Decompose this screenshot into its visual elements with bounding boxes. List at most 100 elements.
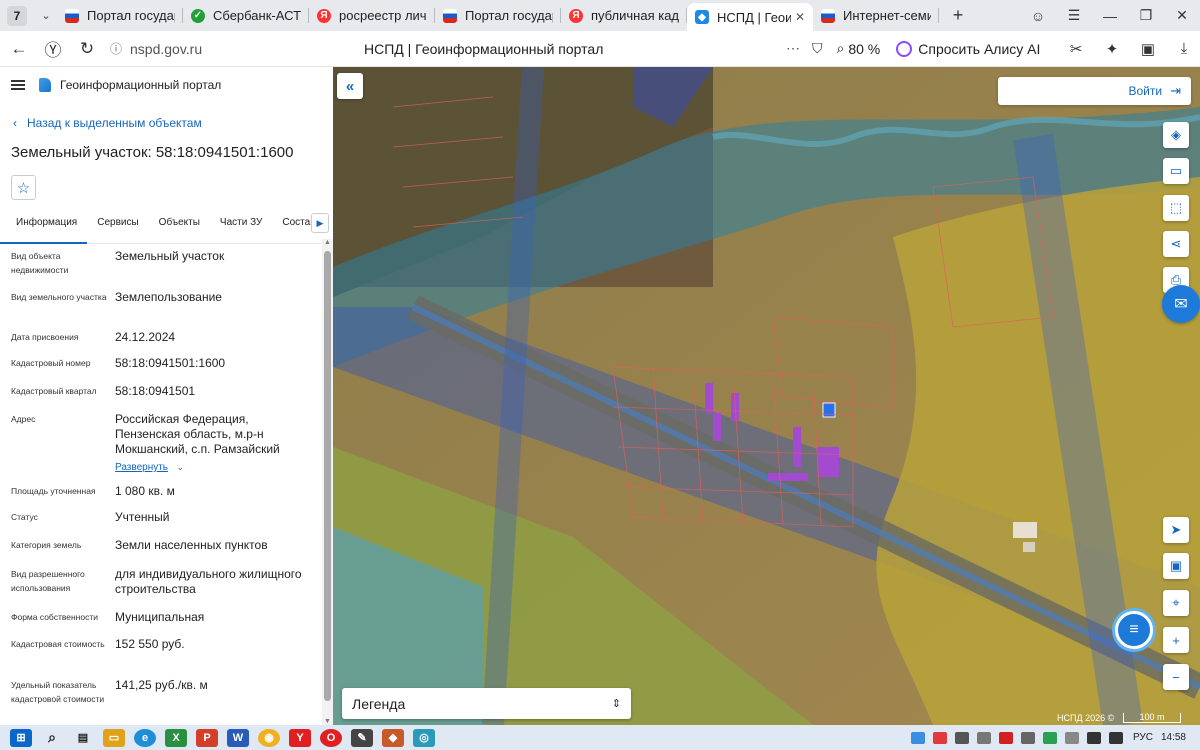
back-arrow-icon[interactable]: ← xyxy=(2,32,36,66)
zoom-level: 80 % xyxy=(848,40,881,57)
favorite-star-button[interactable]: ☆ xyxy=(11,175,36,200)
app-icon[interactable]: ◆ xyxy=(382,728,404,747)
legend-dropdown[interactable]: Легенда ⇕ xyxy=(342,688,631,719)
sort-arrows-icon: ⇕ xyxy=(611,698,621,710)
login-button[interactable]: Войти ⇥ xyxy=(998,77,1191,105)
collapse-panel-button[interactable]: « xyxy=(337,73,363,99)
more-dots-icon[interactable]: ⋯ xyxy=(786,40,800,57)
attribute-label: Дата присвоения xyxy=(11,332,79,342)
yandex-home-icon[interactable]: Ⓨ xyxy=(36,32,70,66)
excel-icon[interactable]: X xyxy=(165,728,187,747)
tray-app-icon[interactable] xyxy=(932,731,947,744)
chat-support-button[interactable]: ≡ xyxy=(1115,611,1153,649)
browser-tab[interactable]: Интернет-семина xyxy=(813,0,939,31)
attribute-value: Российская Федерация, Пензенская область… xyxy=(115,412,280,456)
network-icon[interactable] xyxy=(1086,731,1101,744)
tray-app-icon[interactable] xyxy=(954,731,969,744)
tabs-next-button[interactable]: ▶ xyxy=(311,213,329,233)
browser-menu-icon[interactable]: ☰ xyxy=(1056,7,1092,24)
tab-list-chevron-icon[interactable]: ⌄ xyxy=(35,9,57,22)
ask-alice-button[interactable]: Спросить Алису AI xyxy=(896,40,1040,57)
tab-count-button[interactable]: 7 xyxy=(7,5,27,26)
chrome-icon[interactable]: ◉ xyxy=(258,728,280,747)
ruler-icon[interactable]: ▭ xyxy=(1163,158,1189,184)
chat-icon: ≡ xyxy=(1129,621,1139,638)
app-icon[interactable]: ◎ xyxy=(413,728,435,747)
browser-tab-active[interactable]: ◆ НСПД | Геоинф ✕ xyxy=(687,3,813,31)
site-info-icon[interactable]: ⓘ xyxy=(110,40,122,57)
attribute-value: Земельный участок xyxy=(115,249,225,263)
system-tray: РУС 14:58 xyxy=(907,731,1200,744)
close-tab-icon[interactable]: ✕ xyxy=(791,10,805,24)
attribute-value: Муниципальная xyxy=(115,610,205,624)
location-search-icon[interactable]: ⌖ xyxy=(1163,590,1189,616)
new-tab-button[interactable]: + xyxy=(947,5,969,27)
browser-tab[interactable]: Я росреестр личны xyxy=(309,0,435,31)
yandex-favicon-icon: Я xyxy=(317,8,331,23)
tab-information[interactable]: Информация xyxy=(0,216,88,244)
windows-start-icon[interactable]: ⊞ xyxy=(10,728,32,747)
bookmark-icon[interactable]: ⛉ xyxy=(812,40,823,57)
close-window-icon[interactable]: ✕ xyxy=(1164,7,1200,24)
tab-parcel-parts[interactable]: Части ЗУ xyxy=(210,216,272,244)
geolocation-icon[interactable]: ➤ xyxy=(1163,517,1189,543)
notepad-icon[interactable]: ✎ xyxy=(351,728,373,747)
browser-tab[interactable]: ✓ Сбербанк-АСТ - З xyxy=(183,0,309,31)
url-text: nspd.gov.ru xyxy=(130,40,203,57)
tray-app-icon[interactable] xyxy=(1020,731,1035,744)
input-language[interactable]: РУС xyxy=(1133,732,1153,743)
scroll-up-icon[interactable]: ▲ xyxy=(322,239,333,246)
restore-icon[interactable]: ❐ xyxy=(1128,7,1164,24)
scrollbar-thumb[interactable] xyxy=(324,251,331,701)
profile-icon[interactable]: ☺ xyxy=(1020,8,1056,24)
word-icon[interactable]: W xyxy=(227,728,249,747)
browser-tab[interactable]: Портал государс xyxy=(435,0,561,31)
select-area-icon[interactable]: ⬚ xyxy=(1163,195,1189,221)
url-field[interactable]: ⓘ nspd.gov.ru xyxy=(110,40,340,57)
tray-app-icon[interactable] xyxy=(910,731,925,744)
attribute-value: 24.12.2024 xyxy=(115,330,176,344)
zoom-indicator[interactable]: ⌕ 80 % xyxy=(837,40,881,57)
help-assistant-icon[interactable]: ✉ xyxy=(1162,285,1200,323)
tray-app-icon[interactable] xyxy=(998,731,1013,744)
opera-icon[interactable]: O xyxy=(320,728,342,747)
powerpoint-icon[interactable]: P xyxy=(196,728,218,747)
map-view[interactable]: « Войти ⇥ ◈ ▭ ⬚ ⋖ ⎙ ✉ ➤ ▣ ⌖ + − ≡ Легенд… xyxy=(333,67,1200,725)
tray-app-icon[interactable] xyxy=(1064,731,1079,744)
attribute-label: Вид объекта недвижимости xyxy=(11,251,69,275)
tab-services[interactable]: Сервисы xyxy=(87,216,148,244)
share-icon[interactable]: ⋖ xyxy=(1163,231,1189,257)
hamburger-menu-icon[interactable] xyxy=(11,80,25,90)
yandex-browser-icon[interactable]: Y xyxy=(289,728,311,747)
layers-icon[interactable]: ◈ xyxy=(1163,122,1189,148)
basemap-switch-icon[interactable]: ▣ xyxy=(1163,553,1189,579)
edge-icon[interactable]: e xyxy=(134,728,156,747)
tab-objects[interactable]: Объекты xyxy=(149,216,210,244)
task-view-icon[interactable]: ▤ xyxy=(72,729,94,747)
file-explorer-icon[interactable]: ▭ xyxy=(103,728,125,747)
tray-app-icon[interactable] xyxy=(1042,731,1057,744)
browser-tab[interactable]: Я публичная кадас xyxy=(561,0,687,31)
zoom-out-icon[interactable]: − xyxy=(1163,664,1189,690)
collections-icon[interactable]: ▣ xyxy=(1130,40,1166,58)
reload-icon[interactable]: ↻ xyxy=(70,32,104,66)
zoom-in-icon[interactable]: + xyxy=(1163,627,1189,653)
clock-time[interactable]: 14:58 xyxy=(1161,732,1186,743)
object-title: Земельный участок: 58:18:0941501:1600 xyxy=(11,144,294,161)
chevron-down-icon: ⌄ xyxy=(176,462,185,472)
tools-icon[interactable]: ✂ xyxy=(1058,40,1094,58)
panel-scrollbar[interactable]: ▲ ▼ xyxy=(322,239,333,725)
downloads-icon[interactable]: ⤓ xyxy=(1166,40,1200,58)
back-to-selected-link[interactable]: ‹ Назад к выделенным объектам xyxy=(0,116,333,130)
browser-tab[interactable]: Портал государс xyxy=(57,0,183,31)
search-icon[interactable]: ⌕ xyxy=(41,729,63,747)
volume-icon[interactable] xyxy=(1108,731,1123,744)
tab-title: Портал государс xyxy=(87,8,175,23)
expand-address-link[interactable]: Развернуть ⌄ xyxy=(115,457,184,475)
scroll-down-icon[interactable]: ▼ xyxy=(322,718,333,725)
minimize-icon[interactable]: — xyxy=(1092,8,1128,24)
tray-app-icon[interactable] xyxy=(976,731,991,744)
yandex-favicon-icon: Я xyxy=(569,8,583,23)
extensions-icon[interactable]: ✦ xyxy=(1094,40,1130,58)
attribute-value: Учтенный xyxy=(115,510,170,524)
